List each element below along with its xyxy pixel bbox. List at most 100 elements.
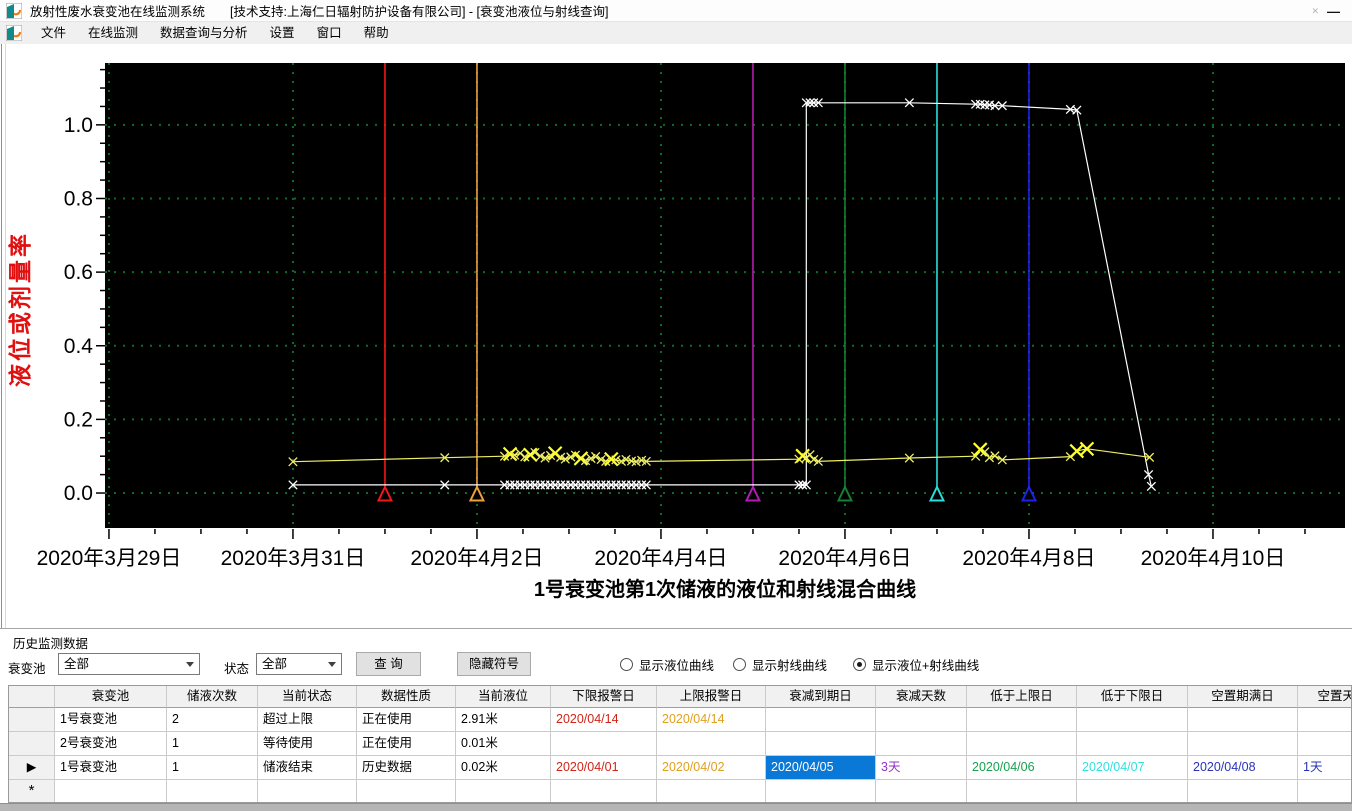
table-cell[interactable] — [657, 780, 766, 802]
table-cell[interactable]: 2020/04/14 — [657, 708, 766, 732]
column-header-下限报警日[interactable]: 下限报警日 — [551, 686, 657, 708]
table-cell[interactable] — [1188, 732, 1298, 756]
history-data-table: 衰变池 储液次数 当前状态 数据性质 当前液位 下限报警日 上限报警日 衰减到期日 衰减天数 低于… — [8, 685, 1352, 803]
row-selector[interactable] — [9, 732, 55, 756]
table-cell[interactable]: 2020/04/08 — [1188, 756, 1298, 780]
column-header-当前液位[interactable]: 当前液位 — [456, 686, 551, 708]
table-cell[interactable] — [1188, 780, 1298, 802]
status-select[interactable]: 全部 — [256, 653, 342, 675]
table-cell[interactable] — [967, 708, 1077, 732]
table-row: * — [9, 780, 1351, 802]
table-cell[interactable] — [1077, 780, 1188, 802]
table-cell[interactable] — [55, 780, 167, 802]
table-cell[interactable] — [876, 732, 967, 756]
table-cell[interactable] — [258, 780, 357, 802]
table-cell[interactable]: 等待使用 — [258, 732, 357, 756]
table-cell[interactable] — [1298, 708, 1351, 732]
column-header-衰变池[interactable]: 衰变池 — [55, 686, 167, 708]
radio-label: 显示液位曲线 — [639, 659, 715, 673]
x-tick-label: 2020年3月31日 — [221, 547, 366, 570]
history-panel: 历史监测数据 衰变池 全部 状态 全部 查 询 隐藏符号 显示液位曲线 显示射线曲… — [0, 628, 1352, 811]
menu-item-帮助[interactable]: 帮助 — [353, 22, 400, 44]
menu-item-文件[interactable]: 文件 — [30, 22, 77, 44]
table-cell[interactable] — [357, 780, 456, 802]
radio-circle-icon[interactable] — [853, 658, 866, 671]
status-select-value: 全部 — [262, 657, 288, 671]
table-cell[interactable] — [551, 780, 657, 802]
pool-select[interactable]: 全部 — [58, 653, 200, 675]
column-header-空置天数[interactable]: 空置天数 — [1298, 686, 1351, 708]
table-cell[interactable] — [1298, 732, 1351, 756]
radio-show-ray-curve[interactable]: 显示射线曲线 — [733, 655, 827, 674]
column-header-空置期满日[interactable]: 空置期满日 — [1188, 686, 1298, 708]
table-cell[interactable]: 正在使用 — [357, 708, 456, 732]
menu-item-窗口[interactable]: 窗口 — [306, 22, 353, 44]
table-cell[interactable] — [1077, 708, 1188, 732]
radio-circle-icon[interactable] — [733, 658, 746, 671]
minimize-button[interactable]: — — [1327, 4, 1340, 19]
table-cell[interactable]: 0.02米 — [456, 756, 551, 780]
column-header-低于下限日[interactable]: 低于下限日 — [1077, 686, 1188, 708]
radio-show-level-ray-curve[interactable]: 显示液位+射线曲线 — [853, 655, 979, 674]
table-cell[interactable]: 2号衰变池 — [55, 732, 167, 756]
chevron-down-icon — [186, 662, 194, 667]
table-cell[interactable] — [876, 708, 967, 732]
table-cell[interactable]: 2020/04/06 — [967, 756, 1077, 780]
document-logo-icon — [6, 25, 22, 41]
close-icon[interactable]: ✕ — [1311, 6, 1319, 17]
current-row-indicator[interactable]: ▶ — [9, 756, 55, 780]
table-cell[interactable]: 2.91米 — [456, 708, 551, 732]
table-cell[interactable] — [167, 780, 258, 802]
table-cell[interactable]: 3天 — [876, 756, 967, 780]
table-cell[interactable]: 历史数据 — [357, 756, 456, 780]
table-cell[interactable]: 2 — [167, 708, 258, 732]
table-cell[interactable] — [1077, 732, 1188, 756]
column-header-当前状态[interactable]: 当前状态 — [258, 686, 357, 708]
app-logo-icon — [6, 2, 22, 19]
table-cell[interactable]: 储液结束 — [258, 756, 357, 780]
table-cell[interactable] — [1298, 780, 1351, 802]
table-cell[interactable]: 1 — [167, 732, 258, 756]
table-cell[interactable]: 超过上限 — [258, 708, 357, 732]
menu-item-在线监测[interactable]: 在线监测 — [77, 22, 149, 44]
table-cell[interactable]: 0.01米 — [456, 732, 551, 756]
table-cell[interactable] — [1188, 708, 1298, 732]
row-selector[interactable] — [9, 708, 55, 732]
column-header-衰减天数[interactable]: 衰减天数 — [876, 686, 967, 708]
radio-circle-icon[interactable] — [620, 658, 633, 671]
column-header-上限报警日[interactable]: 上限报警日 — [657, 686, 766, 708]
table-cell[interactable]: 1号衰变池 — [55, 708, 167, 732]
query-button[interactable]: 查 询 — [356, 652, 421, 676]
table-cell[interactable] — [967, 732, 1077, 756]
table-cell[interactable] — [766, 780, 876, 802]
table-cell[interactable] — [657, 732, 766, 756]
table-cell[interactable]: 1天 — [1298, 756, 1351, 780]
table-cell[interactable]: 1 — [167, 756, 258, 780]
column-header-数据性质[interactable]: 数据性质 — [357, 686, 456, 708]
selected-table-cell[interactable]: 2020/04/05 — [766, 756, 876, 780]
table-cell[interactable]: 1号衰变池 — [55, 756, 167, 780]
column-header-储液次数[interactable]: 储液次数 — [167, 686, 258, 708]
menu-item-数据查询与分析[interactable]: 数据查询与分析 — [149, 22, 259, 44]
table-cell[interactable] — [967, 780, 1077, 802]
table-cell[interactable] — [551, 732, 657, 756]
application-window: 放射性废水衰变池在线监测系统 [技术支持:上海仁日辐射防护设备有限公司] - [… — [0, 0, 1352, 811]
table-cell[interactable]: 2020/04/01 — [551, 756, 657, 780]
hide-symbols-button[interactable]: 隐藏符号 — [457, 652, 531, 676]
menu-item-设置[interactable]: 设置 — [259, 22, 306, 44]
table-cell[interactable]: 2020/04/14 — [551, 708, 657, 732]
table-cell[interactable]: 2020/04/07 — [1077, 756, 1188, 780]
table-cell[interactable] — [456, 780, 551, 802]
column-header-衰减到期日[interactable]: 衰减到期日 — [766, 686, 876, 708]
table-cell[interactable]: 2020/04/02 — [657, 756, 766, 780]
table-cell[interactable] — [766, 732, 876, 756]
table-cell[interactable] — [876, 780, 967, 802]
new-row-indicator[interactable]: * — [9, 780, 55, 802]
radio-show-level-curve[interactable]: 显示液位曲线 — [620, 655, 714, 674]
x-tick-label: 2020年3月29日 — [37, 547, 182, 570]
row-selector-header[interactable] — [9, 686, 55, 708]
column-header-低于上限日[interactable]: 低于上限日 — [967, 686, 1077, 708]
table-cell[interactable]: 正在使用 — [357, 732, 456, 756]
radio-label: 显示射线曲线 — [752, 659, 828, 673]
table-cell[interactable] — [766, 708, 876, 732]
